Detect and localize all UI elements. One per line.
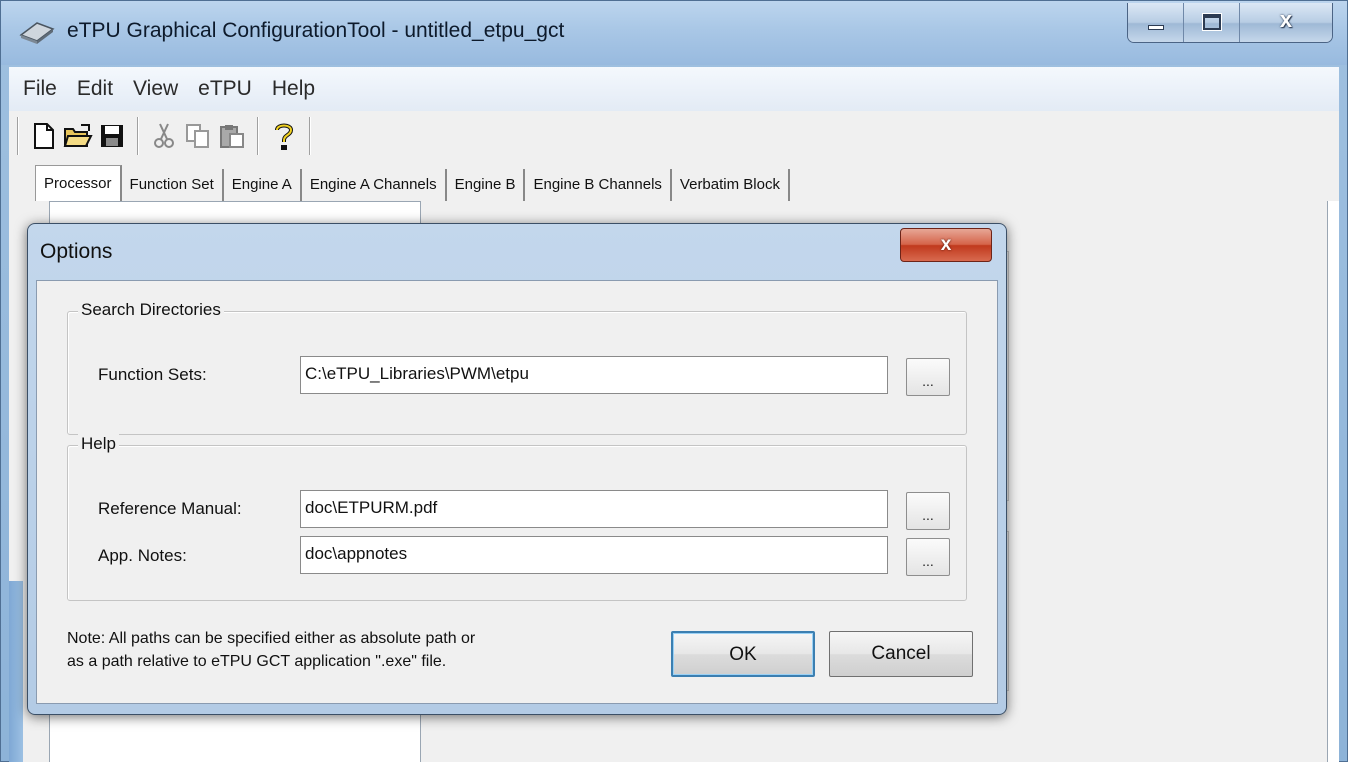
search-directories-legend: Search Directories [78,300,224,320]
app-notes-label: App. Notes: [98,546,187,565]
maximize-button[interactable] [1184,3,1240,42]
cut-icon [154,123,174,148]
save-button[interactable] [95,116,129,156]
menu-view[interactable]: View [123,77,188,101]
window-side-border [9,581,23,762]
paths-note: Note: All paths can be specified either … [67,627,475,673]
tab-engine-a-channels[interactable]: Engine A Channels [302,169,447,201]
search-directories-group: Search Directories Function Sets: C:\eTP… [67,300,967,435]
app-chip-icon [19,19,55,45]
paths-note-line: Note: All paths can be specified either … [67,630,476,647]
maximize-icon [1203,14,1221,30]
help-icon [275,123,294,150]
tab-function-set[interactable]: Function Set [122,169,224,201]
tab-verbatim-block[interactable]: Verbatim Block [672,169,790,201]
copy-icon [186,124,209,148]
cut-button[interactable] [147,116,181,156]
tab-engine-b-channels[interactable]: Engine B Channels [525,169,672,201]
toolbar-separator [17,117,19,155]
menu-help[interactable]: Help [262,77,325,101]
paste-icon [220,125,244,148]
tab-engine-a[interactable]: Engine A [224,169,302,201]
paths-note-line: as a path relative to eTPU GCT applicati… [67,653,447,670]
options-dialog: Options x Search Directories Function Se… [27,223,1007,715]
help-button[interactable] [267,116,301,156]
app-window: eTPU Graphical ConfigurationTool - untit… [0,0,1348,762]
close-icon: x [1279,7,1293,32]
window-title: eTPU Graphical ConfigurationTool - untit… [67,19,565,42]
open-button[interactable] [61,116,95,156]
function-sets-browse-button[interactable]: ... [906,358,950,396]
reference-manual-input[interactable]: doc\ETPURM.pdf [300,490,888,528]
menu-edit[interactable]: Edit [67,77,123,101]
ok-button[interactable]: OK [671,631,815,677]
minimize-icon [1148,25,1164,30]
new-button[interactable] [27,116,61,156]
dialog-close-button[interactable]: x [900,228,992,262]
reference-manual-label: Reference Manual: [98,499,242,518]
help-group: Help Reference Manual: doc\ETPURM.pdf ..… [67,434,967,601]
window-controls: x [1127,3,1333,43]
save-icon [101,125,123,147]
reference-manual-browse-button[interactable]: ... [906,492,950,530]
function-sets-input[interactable]: C:\eTPU_Libraries\PWM\etpu [300,356,888,394]
close-window-button[interactable]: x [1240,3,1332,42]
function-sets-label: Function Sets: [98,365,207,384]
toolbar [9,111,1339,161]
menu-bar: File Edit View eTPU Help [9,67,1339,111]
dialog-title: Options [40,240,113,263]
dialog-body: Search Directories Function Sets: C:\eTP… [36,280,998,704]
toolbar-separator [137,117,139,155]
tab-engine-b[interactable]: Engine B [447,169,526,201]
menu-file[interactable]: File [13,77,67,101]
app-notes-browse-button[interactable]: ... [906,538,950,576]
new-file-icon [34,123,54,149]
title-bar[interactable]: eTPU Graphical ConfigurationTool - untit… [1,1,1347,65]
right-panel-edge [1327,201,1339,762]
open-folder-icon [63,124,93,147]
toolbar-separator [309,117,311,155]
tab-processor[interactable]: Processor [35,165,122,201]
close-icon: x [940,234,952,255]
copy-button[interactable] [181,116,215,156]
minimize-button[interactable] [1128,3,1184,42]
cancel-button[interactable]: Cancel [829,631,973,677]
help-legend: Help [78,434,119,454]
toolbar-separator [257,117,259,155]
tab-strip: Processor Function Set Engine A Engine A… [9,161,1339,201]
paste-button[interactable] [215,116,249,156]
app-notes-input[interactable]: doc\appnotes [300,536,888,574]
menu-etpu[interactable]: eTPU [188,77,262,101]
